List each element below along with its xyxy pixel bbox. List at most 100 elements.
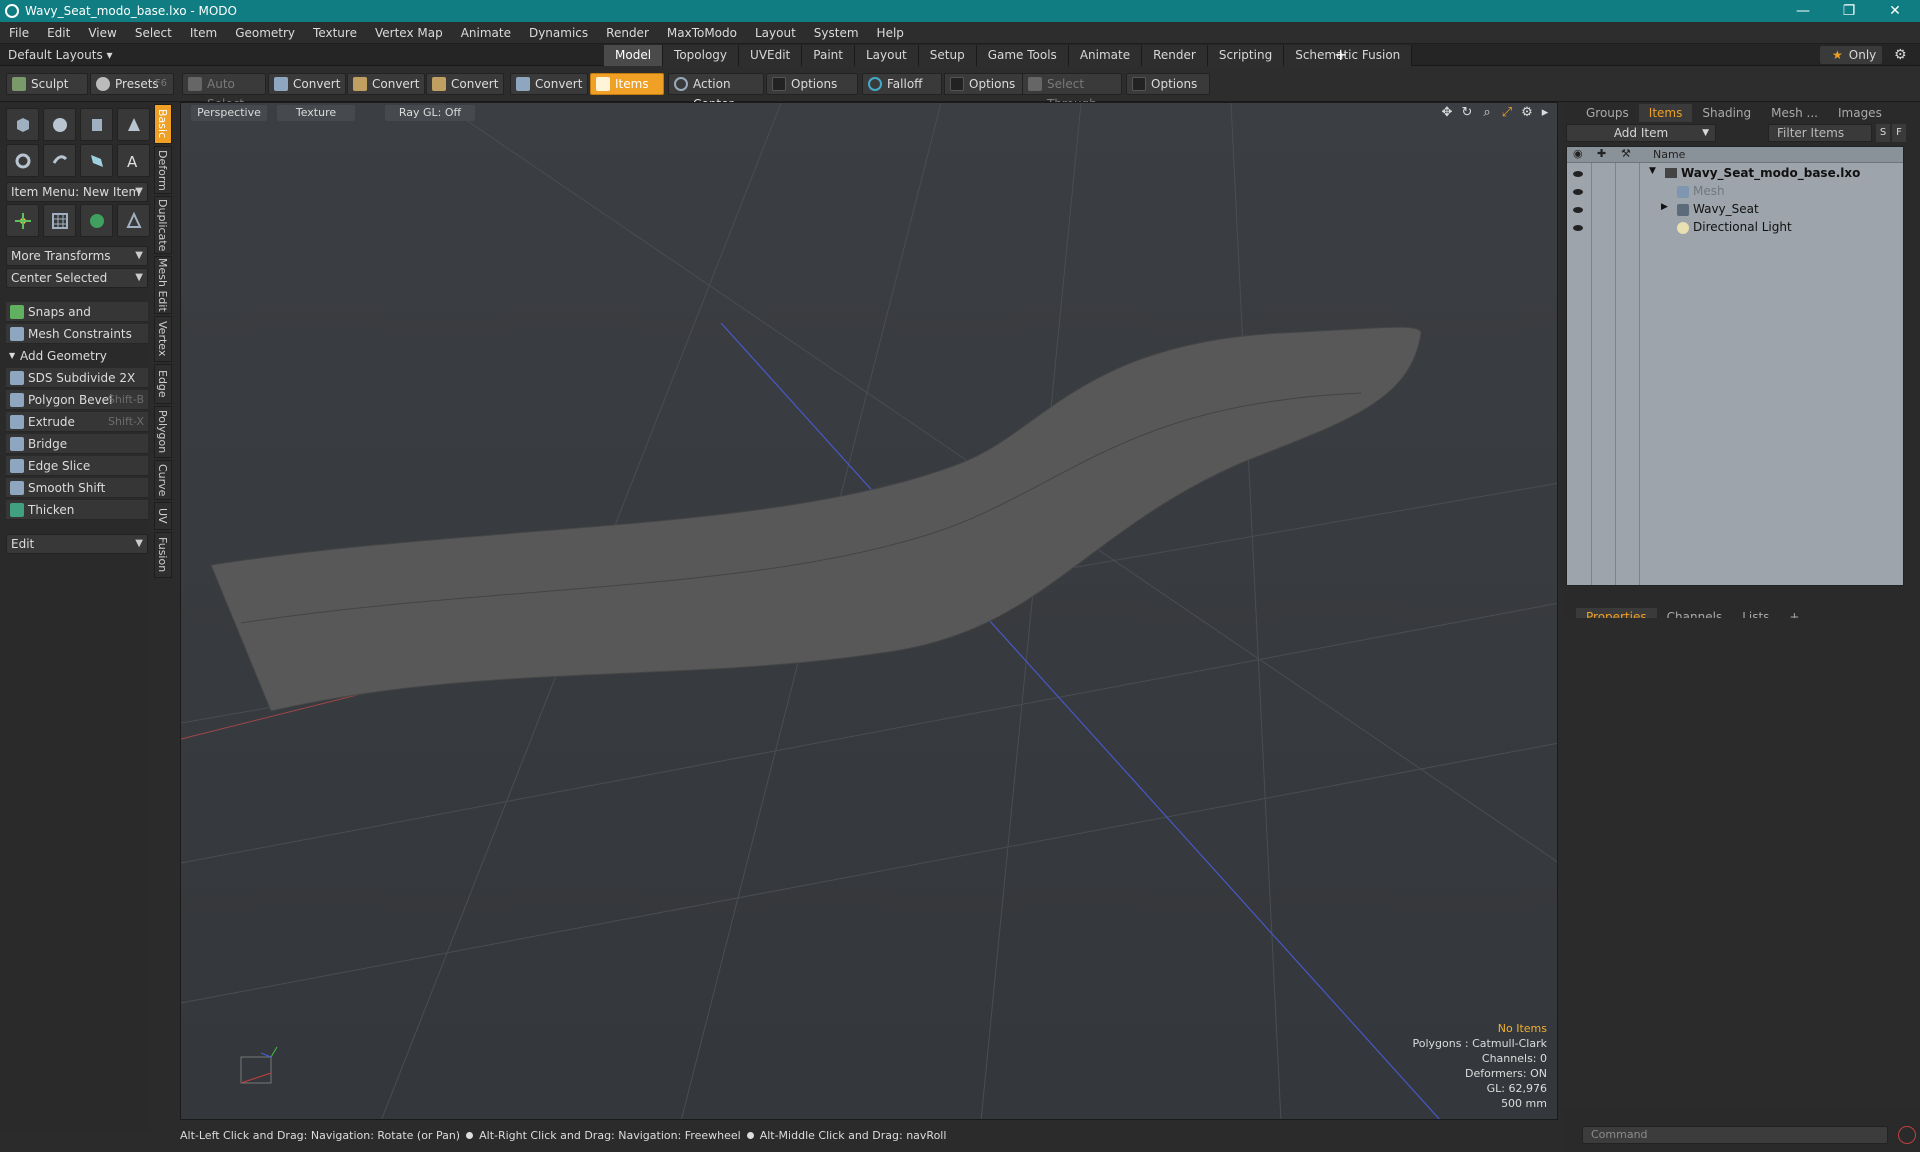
zoom-icon[interactable]: ⌕ bbox=[1479, 105, 1495, 121]
select-through-options-button[interactable]: Options bbox=[1126, 73, 1210, 95]
smooth-shift-button[interactable]: Smooth Shift bbox=[6, 478, 148, 498]
minimize-button[interactable]: — bbox=[1780, 0, 1826, 22]
tab-setup[interactable]: Setup bbox=[918, 45, 977, 66]
pen-primitive-button[interactable] bbox=[80, 144, 113, 177]
add-item-dropdown[interactable]: Add Item ▼ bbox=[1566, 124, 1716, 142]
torus-primitive-button[interactable] bbox=[6, 144, 39, 177]
tree-row-wavy-seat[interactable]: ▶ Wavy_Seat bbox=[1567, 201, 1903, 219]
raygl-button[interactable]: Ray GL: Off bbox=[385, 105, 475, 121]
gear-icon[interactable]: ⚙ bbox=[1894, 44, 1907, 66]
action-center-button[interactable]: Action Center bbox=[668, 73, 764, 111]
fit-icon[interactable]: ⤢ bbox=[1499, 105, 1515, 121]
menu-select[interactable]: Select bbox=[126, 22, 181, 44]
vtab-fusion[interactable]: Fusion bbox=[154, 532, 172, 578]
more-transforms-dropdown[interactable]: More Transforms ▼ bbox=[6, 246, 148, 266]
edit-dropdown[interactable]: Edit ▼ bbox=[6, 534, 148, 554]
thicken-button[interactable]: Thicken bbox=[6, 500, 148, 520]
menu-layout[interactable]: Layout bbox=[746, 22, 805, 44]
command-input[interactable]: Command bbox=[1582, 1126, 1888, 1144]
auto-select-button[interactable]: Auto Select bbox=[182, 73, 266, 111]
tab-paint[interactable]: Paint bbox=[802, 45, 855, 66]
tab-layout[interactable]: Layout bbox=[854, 45, 919, 66]
sds-subdivide-button[interactable]: SDS Subdivide 2X bbox=[6, 368, 148, 388]
3d-viewport[interactable]: Perspective Texture Ray GL: Off ✥ ↻ ⌕ ⤢ … bbox=[180, 102, 1558, 1120]
edge-slice-button[interactable]: Edge Slice bbox=[6, 456, 148, 476]
tab-animate[interactable]: Animate bbox=[1068, 45, 1143, 66]
falloff-button[interactable]: Falloff bbox=[862, 73, 942, 95]
pyramid-tool-button[interactable] bbox=[117, 204, 150, 237]
menu-system[interactable]: System bbox=[805, 22, 868, 44]
texture-button[interactable]: Texture bbox=[277, 105, 355, 121]
convert-vertices-button[interactable]: Convert bbox=[268, 73, 346, 95]
close-button[interactable]: ✕ bbox=[1872, 0, 1918, 22]
tab-images[interactable]: Images bbox=[1828, 104, 1892, 122]
convert-polygons-button[interactable]: Convert bbox=[426, 73, 504, 95]
move-tool-button[interactable] bbox=[6, 204, 39, 237]
extrude-button[interactable]: Extrude Shift-X bbox=[6, 412, 148, 432]
eye-icon[interactable] bbox=[1573, 189, 1583, 195]
rotate-icon[interactable]: ↻ bbox=[1459, 105, 1475, 121]
snaps-precision-button[interactable]: Snaps and Precision bbox=[6, 302, 148, 339]
record-command-icon[interactable] bbox=[1898, 1126, 1916, 1144]
tab-shading[interactable]: Shading bbox=[1692, 104, 1761, 122]
menu-item[interactable]: Item bbox=[181, 22, 226, 44]
eye-icon[interactable] bbox=[1573, 225, 1583, 231]
only-toggle[interactable]: ★ Only bbox=[1820, 46, 1882, 64]
convert-edges-button[interactable]: Convert bbox=[347, 73, 425, 95]
globe-tool-button[interactable] bbox=[80, 204, 113, 237]
vtab-mesh-edit[interactable]: Mesh Edit bbox=[154, 256, 172, 314]
menu-view[interactable]: View bbox=[79, 22, 125, 44]
vtab-vertex[interactable]: Vertex bbox=[154, 316, 172, 362]
restore-button[interactable]: ❐ bbox=[1826, 0, 1872, 22]
tab-scripting[interactable]: Scripting bbox=[1207, 45, 1285, 66]
tab-mesh[interactable]: Mesh ... bbox=[1761, 104, 1828, 122]
tab-schematic-fusion[interactable]: Schematic Fusion bbox=[1284, 45, 1413, 66]
vtab-duplicate[interactable]: Duplicate bbox=[154, 196, 172, 254]
menu-file[interactable]: File bbox=[0, 22, 38, 44]
menu-render[interactable]: Render bbox=[597, 22, 658, 44]
name-column-header[interactable]: Name bbox=[1653, 148, 1685, 161]
menu-animate[interactable]: Animate bbox=[452, 22, 520, 44]
center-selected-dropdown[interactable]: Center Selected ▼ bbox=[6, 268, 148, 288]
pan-icon[interactable]: ✥ bbox=[1439, 105, 1455, 121]
vtab-basic[interactable]: Basic bbox=[154, 104, 172, 144]
select-through-button[interactable]: Select Through bbox=[1022, 73, 1122, 111]
cube-primitive-button[interactable] bbox=[6, 108, 39, 141]
vtab-edge[interactable]: Edge bbox=[154, 364, 172, 404]
viewport-gear-icon[interactable]: ⚙ bbox=[1519, 105, 1535, 121]
vtab-deform[interactable]: Deform bbox=[154, 146, 172, 194]
menu-help[interactable]: Help bbox=[868, 22, 913, 44]
sculpt-button[interactable]: Sculpt bbox=[6, 73, 88, 95]
action-center-options-button[interactable]: Options bbox=[766, 73, 858, 95]
filter-f-button[interactable]: F bbox=[1892, 124, 1906, 142]
menu-geometry[interactable]: Geometry bbox=[226, 22, 304, 44]
text-primitive-button[interactable]: A bbox=[117, 144, 150, 177]
item-menu-dropdown[interactable]: Item Menu: New Item ▼ bbox=[6, 182, 148, 202]
cylinder-primitive-button[interactable] bbox=[80, 108, 113, 141]
tree-row-scene[interactable]: ▼ Wavy_Seat_modo_base.lxo bbox=[1567, 165, 1903, 183]
tree-row-directional-light[interactable]: Directional Light bbox=[1567, 219, 1903, 237]
filter-items-input[interactable]: Filter Items bbox=[1768, 124, 1872, 142]
sphere-primitive-button[interactable] bbox=[43, 108, 76, 141]
expand-down-icon[interactable]: ▼ bbox=[1649, 166, 1656, 176]
tab-game-tools[interactable]: Game Tools bbox=[976, 45, 1069, 66]
perspective-button[interactable]: Perspective bbox=[191, 105, 267, 121]
tab-model[interactable]: Model bbox=[604, 45, 664, 66]
items-mode-button[interactable]: Items bbox=[590, 73, 664, 95]
expand-right-icon[interactable]: ▶ bbox=[1661, 202, 1668, 212]
add-layout-button[interactable]: + bbox=[1334, 44, 1347, 66]
vtab-curve[interactable]: Curve bbox=[154, 460, 172, 500]
eye-icon[interactable] bbox=[1573, 207, 1583, 213]
menu-texture[interactable]: Texture bbox=[304, 22, 366, 44]
tab-groups[interactable]: Groups bbox=[1576, 104, 1639, 122]
mesh-constraints-button[interactable]: Mesh Constraints bbox=[6, 324, 148, 344]
menu-edit[interactable]: Edit bbox=[38, 22, 79, 44]
convert-items-button[interactable]: Convert bbox=[510, 73, 588, 95]
tree-row-mesh[interactable]: Mesh bbox=[1567, 183, 1903, 201]
menu-dynamics[interactable]: Dynamics bbox=[520, 22, 597, 44]
capsule-primitive-button[interactable] bbox=[43, 144, 76, 177]
wavy-seat-mesh[interactable] bbox=[210, 326, 1422, 712]
menu-maxtomodo[interactable]: MaxToModo bbox=[658, 22, 746, 44]
vtab-polygon[interactable]: Polygon bbox=[154, 406, 172, 458]
viewport-menu-icon[interactable]: ▸ bbox=[1537, 105, 1553, 121]
